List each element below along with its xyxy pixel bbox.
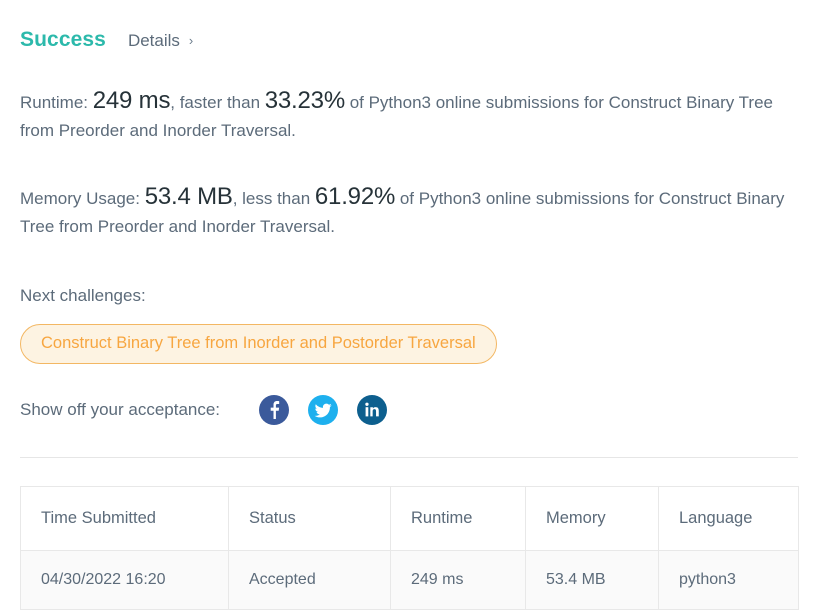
- submissions-table: Time Submitted Status Runtime Memory Lan…: [20, 486, 799, 610]
- column-header-status: Status: [228, 486, 391, 551]
- column-header-memory: Memory: [525, 486, 659, 551]
- linkedin-icon: [357, 395, 387, 425]
- linkedin-share-button[interactable]: [357, 395, 388, 425]
- memory-value: 53.4 MB: [144, 183, 233, 210]
- column-header-runtime: Runtime: [390, 486, 526, 551]
- memory-stat: Memory Usage: 53.4 MB, less than 61.92% …: [20, 183, 793, 241]
- column-header-time-submitted: Time Submitted: [20, 486, 229, 551]
- memory-percentile: 61.92%: [314, 183, 396, 210]
- cell-language: python3: [658, 550, 799, 610]
- chevron-right-icon: ›: [188, 33, 194, 48]
- submission-result-page: Success Details › Runtime: 249 ms, faste…: [0, 0, 813, 610]
- twitter-icon: [308, 395, 338, 425]
- table-header-row: Time Submitted Status Runtime Memory Lan…: [20, 486, 799, 551]
- runtime-prefix: Runtime:: [20, 93, 93, 112]
- status-title: Success: [20, 28, 106, 51]
- runtime-middle: , faster than: [170, 93, 265, 112]
- runtime-stat: Runtime: 249 ms, faster than 33.23% of P…: [20, 87, 793, 145]
- section-divider: [20, 457, 798, 458]
- next-challenges-label: Next challenges:: [20, 286, 146, 305]
- details-label: Details: [127, 31, 180, 50]
- cell-time-submitted: 04/30/2022 16:20: [20, 550, 229, 610]
- runtime-percentile: 33.23%: [264, 87, 345, 114]
- cell-runtime: 249 ms: [390, 550, 526, 610]
- social-icon-group: [259, 395, 388, 425]
- cell-memory: 53.4 MB: [525, 550, 659, 610]
- twitter-share-button[interactable]: [308, 395, 339, 425]
- column-header-language: Language: [658, 486, 799, 551]
- share-row: Show off your acceptance:: [20, 393, 793, 427]
- memory-prefix: Memory Usage:: [20, 189, 145, 208]
- share-label: Show off your acceptance:: [20, 400, 221, 419]
- details-link[interactable]: Details ›: [128, 31, 193, 51]
- cell-status[interactable]: Accepted: [228, 550, 391, 610]
- result-header: Success Details ›: [20, 0, 793, 51]
- next-challenge-link[interactable]: Construct Binary Tree from Inorder and P…: [20, 324, 497, 364]
- runtime-value: 249 ms: [92, 87, 171, 114]
- facebook-icon: [259, 395, 289, 425]
- next-challenges-list: Construct Binary Tree from Inorder and P…: [20, 324, 793, 364]
- facebook-share-button[interactable]: [259, 395, 290, 425]
- table-row[interactable]: 04/30/2022 16:20 Accepted 249 ms 53.4 MB…: [20, 550, 799, 610]
- memory-middle: , less than: [232, 189, 315, 208]
